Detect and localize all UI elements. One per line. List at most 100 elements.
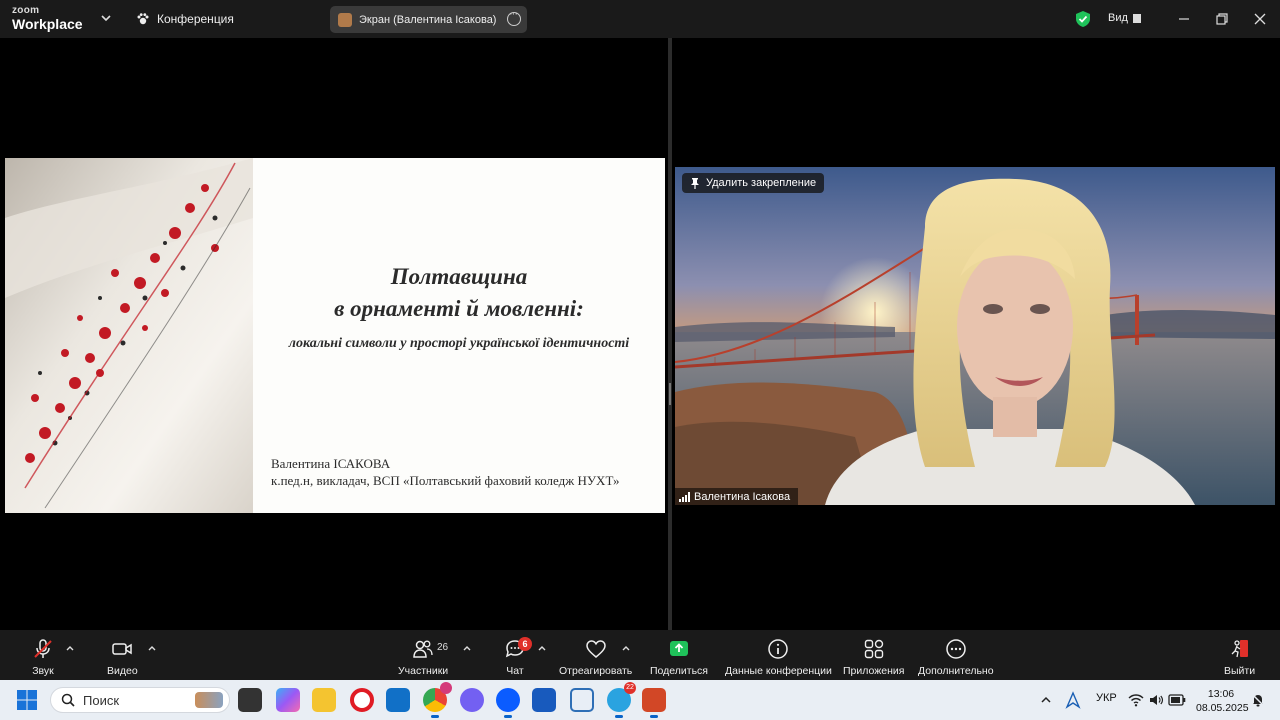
slide-subtitle: локальні символи у просторі української … <box>288 336 630 351</box>
meeting-menu-label: Конференция <box>157 12 234 26</box>
participants-count: 26 <box>437 642 449 653</box>
leave-label: Выйти <box>1224 665 1256 677</box>
meeting-info-button[interactable]: Данные конференции <box>725 638 832 678</box>
apps-button[interactable]: Приложения <box>843 638 904 678</box>
more-button[interactable]: Дополнительно <box>918 638 994 678</box>
slide-author-name: Валентина ІСАКОВА <box>271 456 391 471</box>
audio-label: Звук <box>32 665 54 677</box>
file-explorer-icon[interactable] <box>312 688 336 712</box>
chat-label: Чат <box>506 665 524 677</box>
task-view-icon[interactable] <box>238 688 262 712</box>
slide-author-details: к.пед.н, викладач, ВСП «Полтавський фахо… <box>271 473 620 488</box>
participants-icon <box>413 640 433 658</box>
split-divider[interactable] <box>668 38 672 630</box>
unpin-video-button[interactable]: Удалить закрепление <box>682 173 825 193</box>
search-icon <box>61 693 75 707</box>
notifications-bell-icon[interactable] <box>1250 692 1266 708</box>
participants-options-chevron-icon[interactable] <box>462 644 472 652</box>
logo-zoom-text: zoom <box>12 5 40 16</box>
signal-bars-icon <box>679 491 690 502</box>
viber-icon[interactable] <box>460 688 484 712</box>
microphone-muted-icon <box>34 639 52 658</box>
powerpoint-icon[interactable] <box>642 688 666 718</box>
encryption-shield-icon[interactable] <box>1075 10 1091 28</box>
chat-unread-badge: 6 <box>518 637 532 651</box>
zoom-taskbar-icon[interactable] <box>496 688 520 718</box>
paw-icon <box>137 13 149 25</box>
apps-icon <box>864 639 883 659</box>
screen-share-label: Экран (Валентина Ісакова) <box>359 13 497 26</box>
telegram-icon[interactable]: 22 <box>607 682 636 718</box>
minimize-icon[interactable] <box>1175 10 1193 28</box>
apps-label: Приложения <box>843 665 905 677</box>
participant-video-tile[interactable]: Удалить закрепление Валентина Ісакова <box>675 167 1275 505</box>
zoom-window: zoom Workplace Конференция Экран (Валент… <box>0 0 1280 720</box>
zoom-logo: zoom Workplace <box>12 5 83 32</box>
react-label: Отреагировать <box>559 665 633 677</box>
slide-title-line1: Полтавщина <box>390 264 528 289</box>
windows-taskbar: Поиск 22 УКР 13:06 08.05.2025 <box>0 680 1280 720</box>
view-label: Вид <box>1108 12 1128 24</box>
participant-name-tag: Валентина Ісакова <box>675 488 799 505</box>
chrome-icon[interactable] <box>423 682 452 718</box>
react-options-chevron-icon[interactable] <box>621 644 631 652</box>
search-placeholder: Поиск <box>83 692 120 708</box>
video-label: Видео <box>107 665 138 677</box>
logo-workplace-text: Workplace <box>12 16 83 32</box>
meeting-info-label: Данные конференции <box>725 665 832 677</box>
share-screen-icon <box>669 641 688 656</box>
video-button[interactable]: Видео <box>107 638 138 678</box>
info-icon <box>768 639 789 659</box>
outlook-icon[interactable] <box>386 688 410 712</box>
chat-options-chevron-icon[interactable] <box>537 644 547 652</box>
divider-grip[interactable] <box>669 383 671 405</box>
wifi-icon[interactable] <box>1128 692 1144 708</box>
video-options-chevron-icon[interactable] <box>147 644 157 652</box>
search-highlight-image <box>195 692 223 708</box>
restore-icon[interactable] <box>1213 10 1231 28</box>
share-screen-button[interactable]: Поделиться <box>650 638 708 678</box>
chevron-down-icon[interactable] <box>100 12 112 24</box>
unpin-label: Удалить закрепление <box>706 177 817 189</box>
participant-name: Валентина Ісакова <box>694 490 791 503</box>
participants-label: Участники <box>398 665 449 677</box>
video-feed <box>675 167 1275 505</box>
leave-door-icon <box>1231 640 1248 658</box>
more-dots-icon <box>946 639 966 659</box>
location-status-icon[interactable] <box>1064 691 1082 709</box>
meeting-toolbar: Звук Видео Участники 26 Чат 6 Отреагиров… <box>0 630 1280 680</box>
leave-meeting-button[interactable]: Выйти <box>1224 638 1255 678</box>
battery-icon[interactable] <box>1168 693 1186 707</box>
show-hidden-icons-chevron-icon[interactable] <box>1040 694 1052 706</box>
opera-browser-icon[interactable] <box>350 688 374 712</box>
volume-icon[interactable] <box>1148 692 1164 708</box>
audio-options-chevron-icon[interactable] <box>65 644 75 652</box>
close-icon[interactable] <box>1251 10 1269 28</box>
screen-share-pill[interactable]: Экран (Валентина Ісакова) <box>330 6 527 33</box>
more-options-icon[interactable] <box>507 8 521 26</box>
view-layout-icon <box>1132 13 1141 23</box>
more-label: Дополнительно <box>918 665 994 677</box>
view-button[interactable]: Вид <box>1108 12 1141 24</box>
heart-icon <box>585 640 606 658</box>
video-camera-icon <box>112 643 133 655</box>
email-client-icon[interactable] <box>570 688 594 712</box>
presenter-avatar <box>338 12 352 27</box>
input-language-indicator[interactable]: УКР <box>1096 692 1117 704</box>
copilot-icon[interactable] <box>276 688 300 712</box>
audio-button[interactable]: Звук <box>32 638 54 678</box>
windows-start-icon[interactable] <box>16 689 38 711</box>
taskbar-clock[interactable]: 13:06 08.05.2025 <box>1196 687 1249 715</box>
embroidery-image <box>5 158 253 513</box>
meeting-menu-button[interactable]: Конференция <box>136 11 234 27</box>
slide-text-area: Полтавщина в орнаменті й мовленні: локал… <box>253 158 665 513</box>
clock-time: 13:06 <box>1207 688 1235 700</box>
pin-icon <box>691 178 699 189</box>
shared-screen-slide: Полтавщина в орнаменті й мовленні: локал… <box>5 158 665 513</box>
slide-title-line2: в орнаменті й мовленні: <box>334 296 584 321</box>
title-bar: zoom Workplace Конференция Экран (Валент… <box>0 0 1280 38</box>
word-icon[interactable] <box>532 688 556 712</box>
clock-date: 08.05.2025 <box>1196 702 1249 714</box>
taskbar-search-input[interactable]: Поиск <box>50 687 230 713</box>
share-label: Поделиться <box>650 665 708 677</box>
